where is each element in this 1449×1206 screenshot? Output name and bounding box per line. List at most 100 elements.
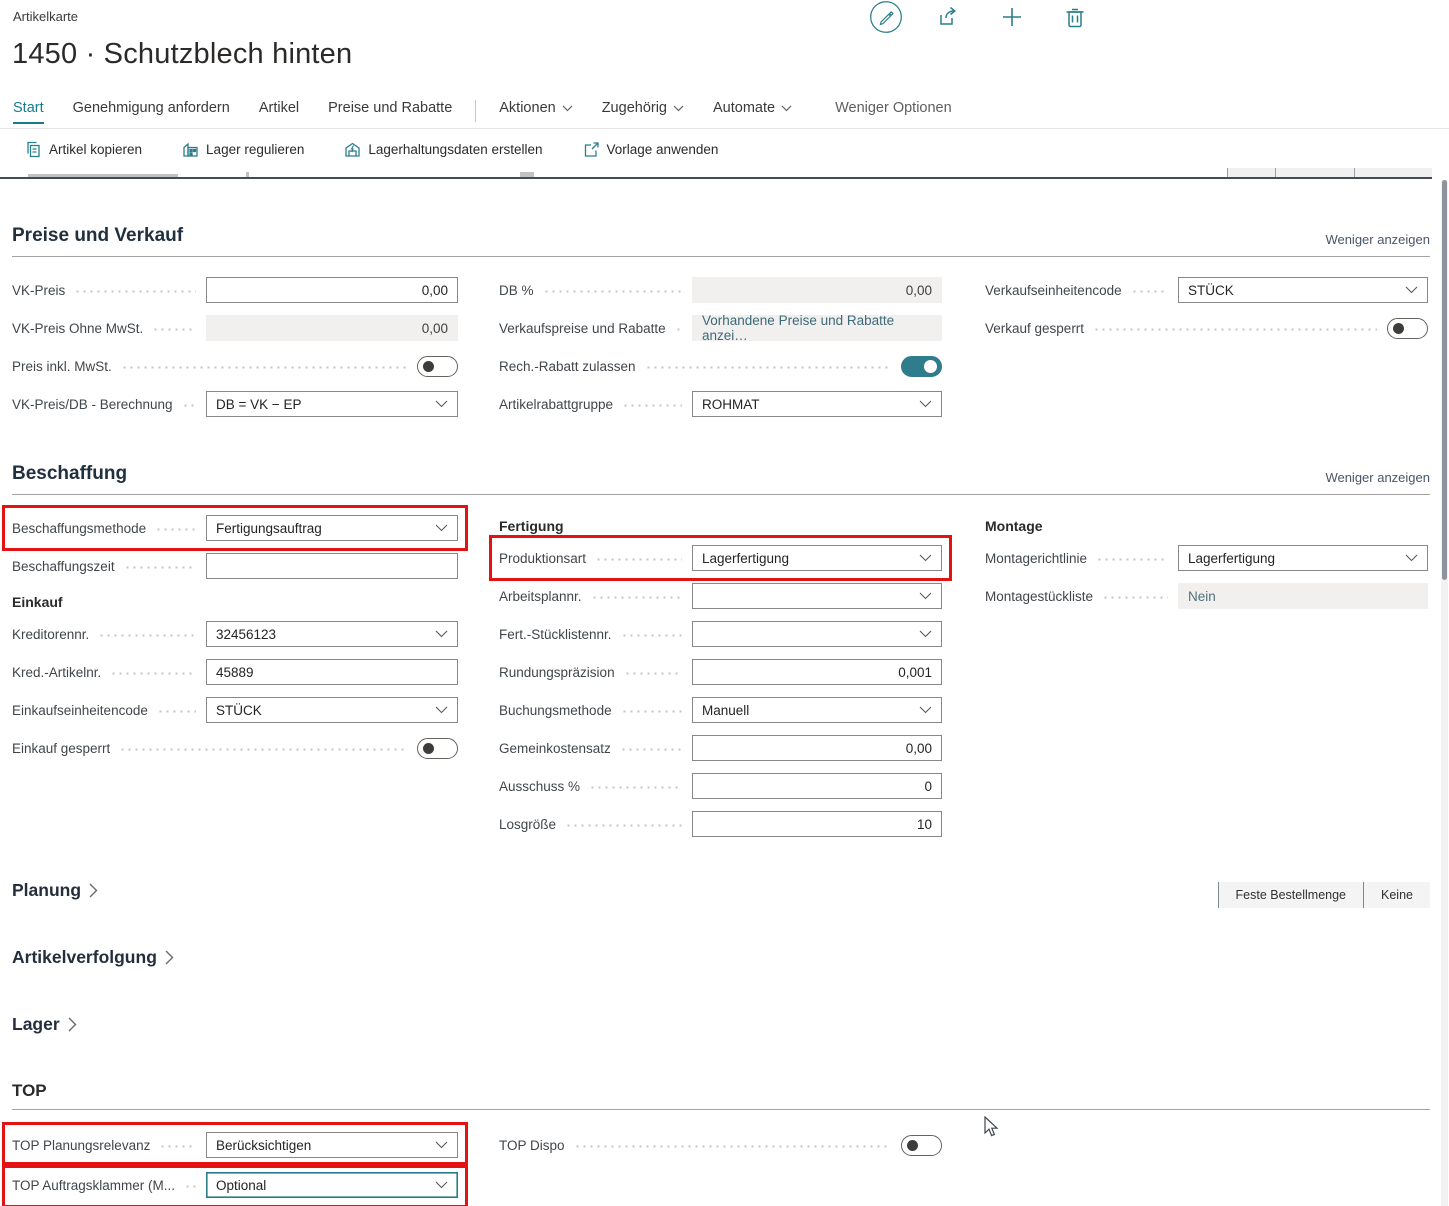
summary-tile[interactable]: Feste Bestellmenge	[1218, 882, 1363, 908]
kred-artikelnr-input[interactable]: 45889	[206, 659, 458, 685]
menu-divider	[0, 128, 1449, 129]
field-preis-inkl-mwst: Preis inkl. MwSt.	[12, 353, 458, 379]
header-action-icons	[868, 0, 1093, 36]
fert-stuecklistennr-dropdown[interactable]	[692, 621, 942, 647]
chevron-down-icon	[673, 105, 684, 112]
section-toggle-lager[interactable]: Lager	[12, 1014, 77, 1035]
field-produktionsart: Produktionsart Lagerfertigung	[499, 545, 942, 571]
einkauf-gesperrt-toggle[interactable]	[417, 738, 458, 759]
field-top-planungsrelevanz: TOP Planungsrelevanz Berücksichtigen	[12, 1132, 458, 1158]
field-top-auftragsklammer: TOP Auftragsklammer (M... Optional	[12, 1172, 458, 1198]
chevron-down-icon	[919, 554, 932, 562]
produktionsart-dropdown[interactable]: Lagerfertigung	[692, 545, 942, 571]
verkaufseinheitencode-dropdown[interactable]: STÜCK	[1178, 277, 1428, 303]
tab-genehmigung-anfordern[interactable]: Genehmigung anfordern	[73, 100, 230, 122]
section-title[interactable]: Beschaffung	[12, 463, 127, 485]
field-montagerichtlinie: Montagerichtlinie Lagerfertigung	[985, 545, 1428, 571]
copy-item-button[interactable]: Artikel kopieren	[25, 141, 142, 158]
menu-automate[interactable]: Automate	[713, 100, 792, 122]
planung-summary-tiles: Feste Bestellmenge Keine	[1218, 882, 1430, 908]
gemeinkostensatz-input[interactable]: 0,00	[692, 735, 942, 761]
preis-inkl-mwst-toggle[interactable]	[417, 356, 458, 377]
section-title[interactable]: TOP	[12, 1081, 47, 1101]
menu-separator	[475, 100, 476, 122]
ausschuss-input[interactable]: 0	[692, 773, 942, 799]
field-fert-stuecklistennr: Fert.-Stücklistennr.	[499, 621, 942, 647]
chevron-down-icon	[1405, 286, 1418, 294]
field-artikelrabattgruppe: Artikelrabattgruppe ROHMAT	[499, 391, 942, 417]
summary-tile[interactable]: Keine	[1363, 882, 1430, 908]
field-verkaufseinheitencode: Verkaufseinheitencode STÜCK	[985, 277, 1428, 303]
section-toggle-planung[interactable]: Planung	[12, 880, 98, 901]
share-icon[interactable]	[931, 0, 967, 36]
edit-icon[interactable]	[868, 0, 904, 36]
field-verkauf-gesperrt: Verkauf gesperrt	[985, 315, 1428, 341]
field-verkaufspreise-rabatte: Verkaufspreise und Rabatte Vorhandene Pr…	[499, 315, 942, 341]
beschaffungszeit-input[interactable]	[206, 553, 458, 579]
field-ausschuss: Ausschuss % 0	[499, 773, 942, 799]
field-buchungsmethode: Buchungsmethode Manuell	[499, 697, 942, 723]
arbeitsplannr-dropdown[interactable]	[692, 583, 942, 609]
section-title[interactable]: Preise und Verkauf	[12, 225, 183, 247]
adjust-inventory-icon	[182, 141, 199, 158]
beschaffungsmethode-dropdown[interactable]: Fertigungsauftrag	[206, 515, 458, 541]
kreditorennr-dropdown[interactable]: 32456123	[206, 621, 458, 647]
vertical-scrollbar[interactable]	[1441, 180, 1448, 1206]
losgroesse-input[interactable]: 10	[692, 811, 942, 837]
apply-template-button[interactable]: Vorlage anwenden	[583, 141, 719, 158]
top-planungsrelevanz-dropdown[interactable]: Berücksichtigen	[206, 1132, 458, 1158]
verkauf-gesperrt-toggle[interactable]	[1387, 318, 1428, 339]
verkaufspreise-rabatte-link[interactable]: Vorhandene Preise und Rabatte anzei…	[692, 315, 942, 341]
montagerichtlinie-dropdown[interactable]: Lagerfertigung	[1178, 545, 1428, 571]
adjust-inventory-button[interactable]: Lager regulieren	[182, 141, 304, 158]
copy-icon	[25, 141, 42, 158]
menu-aktionen[interactable]: Aktionen	[499, 100, 572, 122]
tab-preise-und-rabatte[interactable]: Preise und Rabatte	[328, 100, 452, 122]
vk-preis-db-dropdown[interactable]: DB = VK − EP	[206, 391, 458, 417]
artikelrabattgruppe-dropdown[interactable]: ROHMAT	[692, 391, 942, 417]
show-less-link[interactable]: Weniger anzeigen	[1325, 470, 1430, 485]
section-artikelverfolgung: Artikelverfolgung	[12, 947, 1430, 975]
field-kreditorennr: Kreditorennr. 32456123	[12, 621, 458, 647]
scrollbar-thumb[interactable]	[1442, 180, 1447, 580]
add-icon[interactable]	[994, 0, 1030, 36]
chevron-down-icon	[562, 105, 573, 112]
vk-preis-input[interactable]: 0,00	[206, 277, 458, 303]
delete-icon[interactable]	[1057, 0, 1093, 36]
field-vk-preis: VK-Preis 0,00	[12, 277, 458, 303]
tab-start[interactable]: Start	[13, 100, 44, 124]
chevron-down-icon	[1405, 554, 1418, 562]
show-less-link[interactable]: Weniger anzeigen	[1325, 232, 1430, 247]
field-losgroesse: Losgröße 10	[499, 811, 942, 837]
buchungsmethode-dropdown[interactable]: Manuell	[692, 697, 942, 723]
section-planung: Planung Feste Bestellmenge Keine	[12, 880, 1430, 908]
cutoff-row	[0, 168, 1432, 179]
einkaufseinheitencode-dropdown[interactable]: STÜCK	[206, 697, 458, 723]
mouse-cursor	[983, 1116, 999, 1138]
menu-weniger-optionen[interactable]: Weniger Optionen	[835, 100, 952, 122]
menu-zugehoerig[interactable]: Zugehörig	[602, 100, 684, 122]
cutoff-text-remnant	[520, 172, 534, 177]
subheader-einkauf: Einkauf	[12, 591, 499, 613]
chevron-down-icon	[435, 1181, 448, 1189]
field-rech-rabatt-zulassen: Rech.-Rabatt zulassen	[499, 353, 942, 379]
section-toggle-artikelverfolgung[interactable]: Artikelverfolgung	[12, 947, 174, 968]
chevron-right-icon	[165, 950, 174, 965]
cutoff-text-remnant	[28, 174, 178, 177]
top-dispo-toggle[interactable]	[901, 1135, 942, 1156]
field-beschaffungszeit: Beschaffungszeit	[12, 553, 458, 579]
rech-rabatt-toggle[interactable]	[901, 356, 942, 377]
top-auftragsklammer-dropdown[interactable]: Optional	[206, 1172, 458, 1198]
chevron-down-icon	[435, 524, 448, 532]
chevron-right-icon	[89, 883, 98, 898]
tab-artikel[interactable]: Artikel	[259, 100, 299, 122]
apply-template-icon	[583, 141, 600, 158]
breadcrumb[interactable]: Artikelkarte	[13, 9, 78, 24]
db-pct-value: 0,00	[692, 277, 942, 303]
rundungspraezision-input[interactable]: 0,001	[692, 659, 942, 685]
cutoff-text-remnant	[246, 172, 249, 177]
chevron-down-icon	[919, 592, 932, 600]
field-rundungspraezision: Rundungspräzision 0,001	[499, 659, 942, 685]
field-gemeinkostensatz: Gemeinkostensatz 0,00	[499, 735, 942, 761]
create-skus-button[interactable]: Lagerhaltungsdaten erstellen	[344, 141, 542, 158]
